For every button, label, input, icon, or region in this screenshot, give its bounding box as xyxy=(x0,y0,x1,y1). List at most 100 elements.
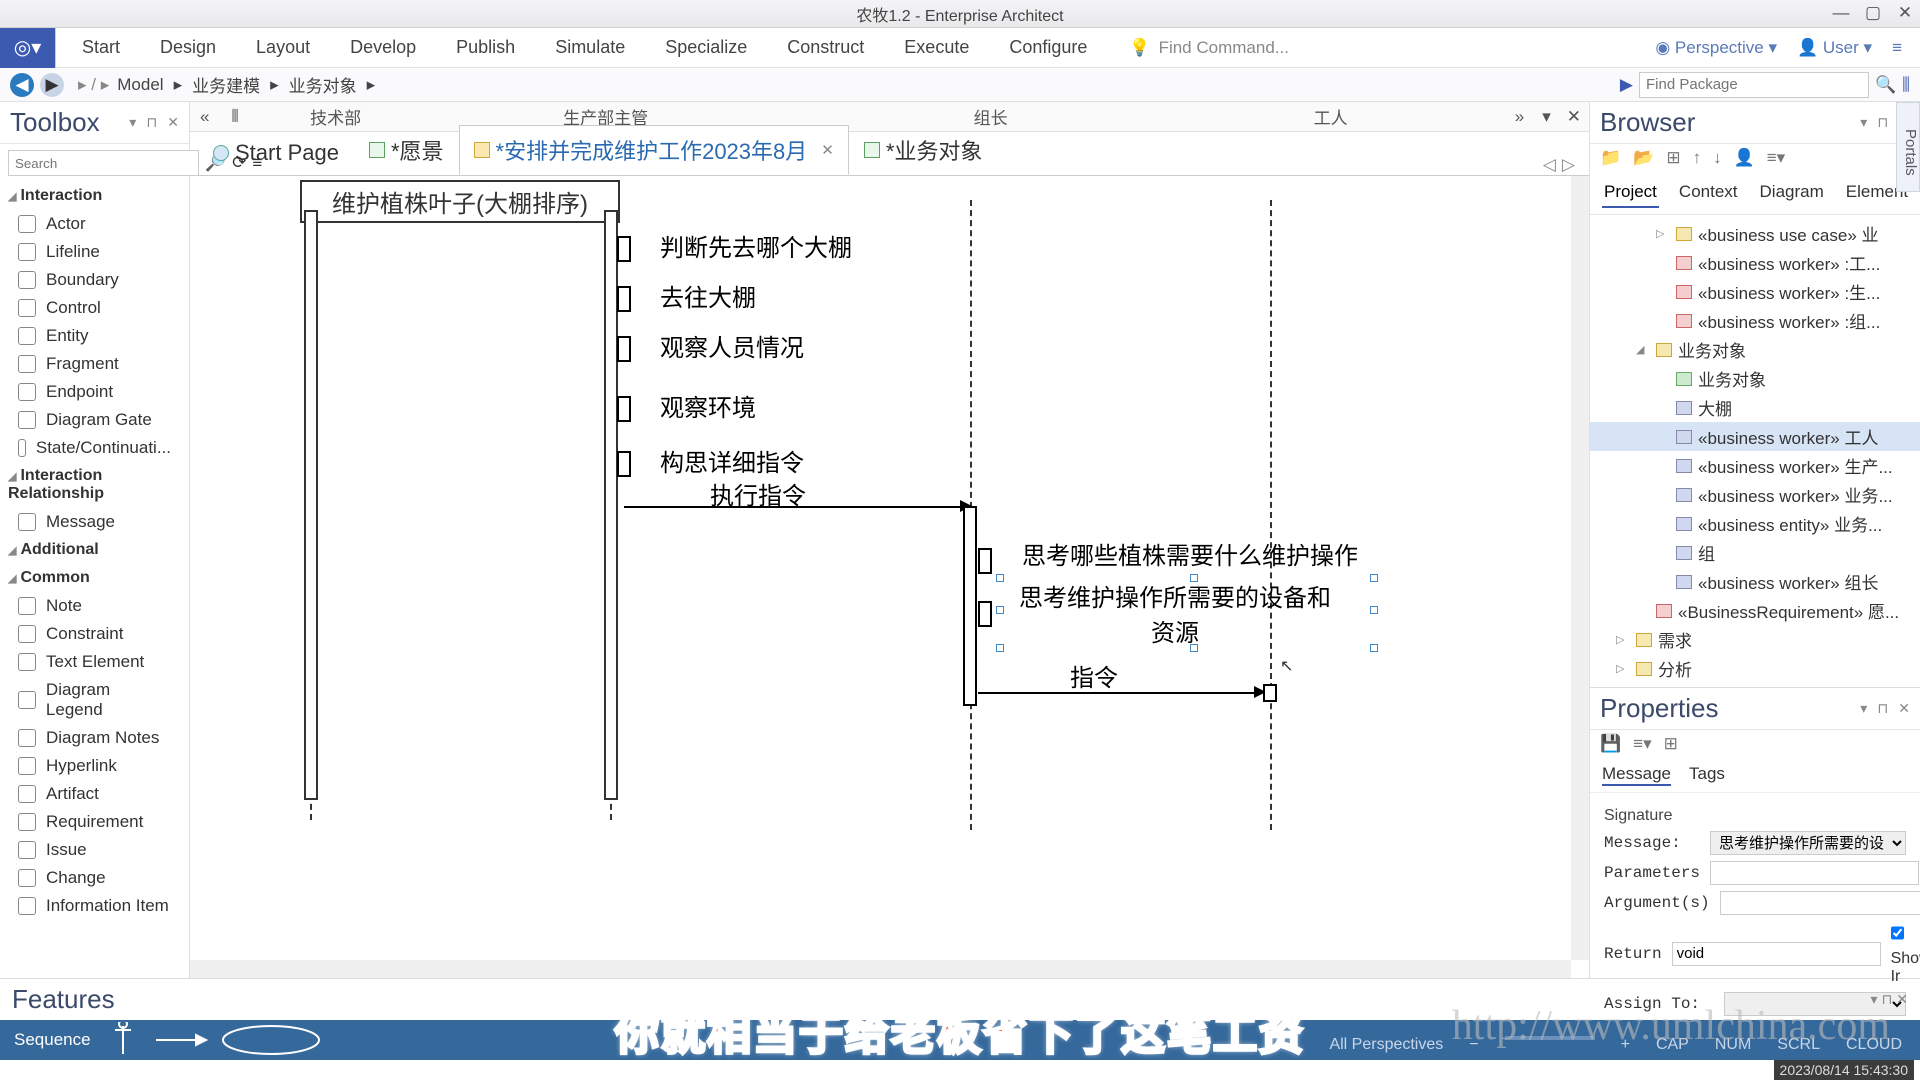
scrollbar-horizontal[interactable] xyxy=(190,960,1571,978)
menu-execute[interactable]: Execute xyxy=(902,29,971,66)
search-icon[interactable]: 🔍 xyxy=(1875,75,1896,95)
perspective-dropdown[interactable]: ◉ Perspective ▾ xyxy=(1655,38,1777,58)
chevron-down-icon[interactable]: ▾ xyxy=(1860,114,1867,131)
find-package-play-icon[interactable]: ▶ xyxy=(1620,75,1633,95)
show-checkbox[interactable] xyxy=(1891,921,1904,945)
pin-icon[interactable]: ⊓ xyxy=(1877,114,1888,131)
toolbox-item[interactable]: Artifact xyxy=(0,780,189,808)
message[interactable]: 去往大棚 xyxy=(660,278,756,313)
tree-row[interactable]: «business worker» :生... xyxy=(1590,277,1920,306)
minimize-icon[interactable]: — xyxy=(1832,4,1850,22)
tab-start-page[interactable]: Start Page xyxy=(198,131,354,175)
close-icon[interactable]: ✕ xyxy=(1559,107,1589,127)
toolbox-item[interactable]: Diagram Notes xyxy=(0,724,189,752)
toolbox-item[interactable]: Control xyxy=(0,294,189,322)
tree-row[interactable]: «business entity» 业务... xyxy=(1590,509,1920,538)
tab-close-icon[interactable]: ✕ xyxy=(821,141,834,159)
app-logo[interactable]: ◎▾ xyxy=(0,28,56,68)
selection-handle[interactable] xyxy=(996,574,1004,582)
message[interactable]: 指令 xyxy=(1070,658,1118,693)
tab-maintenance[interactable]: *安排并完成维护工作2023年8月✕ xyxy=(459,125,849,175)
find-command[interactable]: 💡 Find Command... xyxy=(1129,38,1289,58)
toolbox-item[interactable]: Message xyxy=(0,508,189,536)
tree-row[interactable]: «BusinessRequirement» 愿... xyxy=(1590,596,1920,625)
tree-row[interactable]: «business worker» :工... xyxy=(1590,248,1920,277)
menu-publish[interactable]: Publish xyxy=(454,29,517,66)
user-dropdown[interactable]: 👤 User ▾ xyxy=(1797,38,1872,58)
menu-construct[interactable]: Construct xyxy=(785,29,866,66)
breadcrumb-part[interactable]: Model xyxy=(117,75,163,95)
toolbox-item[interactable]: Issue xyxy=(0,836,189,864)
tree-row[interactable]: 业务对象 xyxy=(1590,364,1920,393)
close-icon[interactable]: ✕ xyxy=(1896,4,1914,22)
tree-row[interactable]: «business worker» 业务... xyxy=(1590,480,1920,509)
chevron-down-icon[interactable]: ▾ xyxy=(1871,991,1878,1007)
nav-forward-icon[interactable]: ▶ xyxy=(40,73,64,97)
save-icon[interactable]: 💾 xyxy=(1600,734,1621,754)
prop-tab-tags[interactable]: Tags xyxy=(1689,764,1725,786)
selection-handle[interactable] xyxy=(1190,574,1198,582)
down-icon[interactable]: ↓ xyxy=(1713,148,1722,168)
grid-icon[interactable]: ⊞ xyxy=(1666,148,1680,168)
tree-row[interactable]: ▷«business use case» 业 xyxy=(1590,219,1920,248)
toolbox-item[interactable]: Diagram Legend xyxy=(0,676,189,724)
maximize-icon[interactable]: ▢ xyxy=(1864,4,1882,22)
toolbox-item[interactable]: Fragment xyxy=(0,350,189,378)
tree-row[interactable]: «business worker» 工人 xyxy=(1590,422,1920,451)
toolbox-item[interactable]: Change xyxy=(0,864,189,892)
menu-design[interactable]: Design xyxy=(158,29,218,66)
toolbox-group[interactable]: Additional xyxy=(0,536,189,564)
toolbox-item[interactable]: Endpoint xyxy=(0,378,189,406)
message[interactable]: 观察环境 xyxy=(660,388,756,423)
lifeline-worker[interactable] xyxy=(1270,200,1272,830)
menu-simulate[interactable]: Simulate xyxy=(553,29,627,66)
selection-handle[interactable] xyxy=(1190,644,1198,652)
selection-handle[interactable] xyxy=(996,606,1004,614)
message[interactable]: 构思详细指令 xyxy=(660,443,804,478)
status-perspectives[interactable]: All Perspectives xyxy=(1329,1036,1443,1054)
message[interactable]: 观察人员情况 xyxy=(660,328,804,363)
toolbox-group[interactable]: Interaction xyxy=(0,182,189,210)
close-icon[interactable]: ✕ xyxy=(1898,700,1910,717)
diagram-canvas[interactable]: 维护植株叶子(大棚排序) 判断先去哪个大棚 去往大棚 观察人员情况 观察环境 构… xyxy=(190,176,1589,978)
expand-icon[interactable]: ▷ xyxy=(1616,662,1630,675)
structure-icon[interactable]: ⫼ xyxy=(1902,75,1910,95)
menu-layout[interactable]: Layout xyxy=(254,29,312,66)
menu-develop[interactable]: Develop xyxy=(348,29,418,66)
menu-specialize[interactable]: Specialize xyxy=(663,29,749,66)
message[interactable]: 思考哪些植株需要什么维护操作 xyxy=(1010,536,1370,571)
menu-more-icon[interactable]: ≡ xyxy=(1892,38,1902,58)
expand-icon[interactable]: ◢ xyxy=(1636,343,1650,356)
close-icon[interactable]: ✕ xyxy=(167,114,179,131)
tree-row[interactable]: ◢业务对象 xyxy=(1590,335,1920,364)
tab-business-object[interactable]: *业务对象 xyxy=(849,125,998,175)
tree-row[interactable]: ▷分析 xyxy=(1590,654,1920,683)
menu-start[interactable]: Start xyxy=(80,29,122,66)
expand-icon[interactable]: ▷ xyxy=(1656,227,1670,240)
sequence-header[interactable]: 维护植株叶子(大棚排序) xyxy=(300,180,620,223)
toolbox-item[interactable]: Information Item xyxy=(0,892,189,920)
hamburger-icon[interactable]: ≡▾ xyxy=(1767,148,1785,168)
pin-icon[interactable]: ⊓ xyxy=(1877,700,1888,717)
browser-tree[interactable]: ▷«business use case» 业«business worker» … xyxy=(1590,215,1920,687)
tab-nav-left-icon[interactable]: ◁ xyxy=(1543,155,1556,175)
portals-tab[interactable]: Portals xyxy=(1896,102,1920,192)
selection-handle[interactable] xyxy=(1370,644,1378,652)
chevron-down-icon[interactable]: ▾ xyxy=(129,114,136,131)
person-icon[interactable]: 👤 xyxy=(1734,148,1755,168)
prop-tab-message[interactable]: Message xyxy=(1602,764,1671,786)
selection-handle[interactable] xyxy=(1370,574,1378,582)
toolbox-item[interactable]: Boundary xyxy=(0,266,189,294)
breadcrumb-part[interactable]: 业务对象 xyxy=(289,72,357,97)
toolbox-item[interactable]: Text Element xyxy=(0,648,189,676)
collapse-left-icon[interactable]: « xyxy=(190,107,219,127)
toolbox-group[interactable]: Interaction Relationship xyxy=(0,462,189,508)
breadcrumb-part[interactable]: 业务建模 xyxy=(192,72,260,97)
tree-row[interactable]: «business worker» :组... xyxy=(1590,306,1920,335)
pin-icon[interactable]: ⊓ xyxy=(146,114,157,131)
chevron-down-icon[interactable]: ▾ xyxy=(1534,107,1559,127)
tree-row[interactable]: «business worker» 生产... xyxy=(1590,451,1920,480)
browser-tab-context[interactable]: Context xyxy=(1677,178,1740,208)
zoom-slider[interactable] xyxy=(1505,1036,1595,1040)
new-package-icon[interactable]: 📂 xyxy=(1633,148,1654,168)
